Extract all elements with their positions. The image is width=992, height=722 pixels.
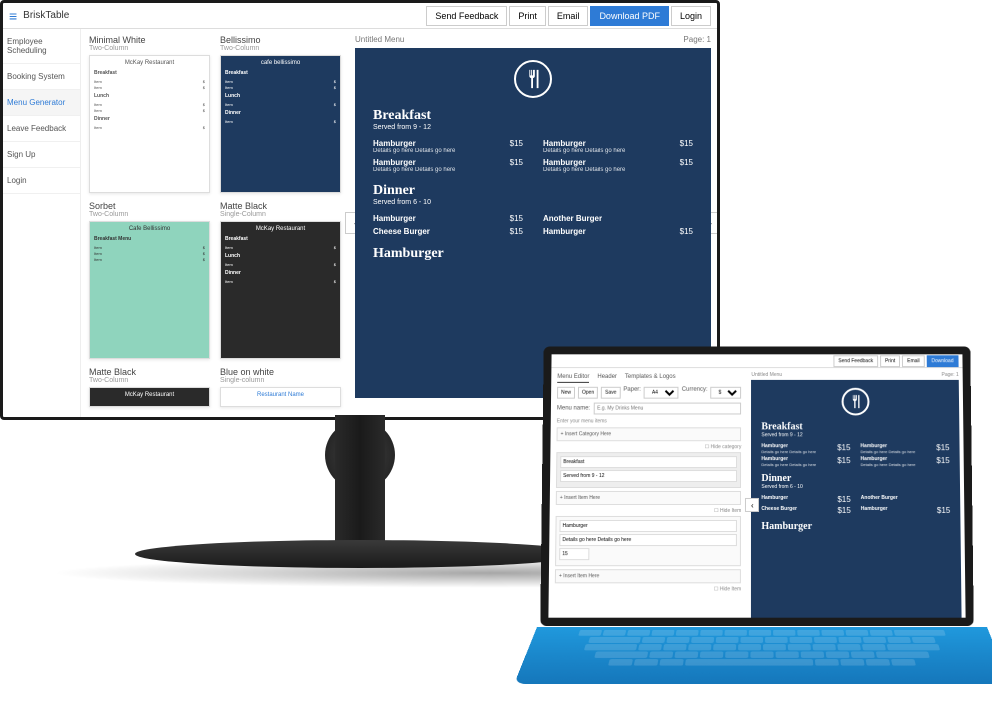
sidebar: Employee Scheduling Booking System Menu …: [3, 29, 81, 417]
menu-editor-panel: Menu Editor Header Templates & Logos New…: [548, 368, 747, 618]
login-button[interactable]: Login: [671, 6, 711, 26]
menu-item: Another Burger: [543, 214, 693, 223]
insert-category-button[interactable]: + Insert Category Here: [557, 427, 742, 441]
paper-select[interactable]: A4: [644, 387, 679, 399]
menu-item: Hamburger$15: [543, 227, 693, 236]
laptop-dinner-items: Hamburger$15 Another Burger Cheese Burger$…: [761, 495, 950, 515]
laptop-preview: Untitled Menu Page: 1 ‹ Breakfast Served…: [747, 368, 965, 618]
insert-item-button[interactable]: + Insert Item Here: [556, 491, 742, 505]
laptop-download-button[interactable]: Download: [926, 355, 958, 367]
laptop-feedback-button[interactable]: Send Feedback: [833, 355, 878, 367]
nav-menu-generator[interactable]: Menu Generator: [3, 90, 80, 116]
tab-menu-editor[interactable]: Menu Editor: [557, 372, 589, 383]
template-blue-on-white[interactable]: Blue on white Single-column Restaurant N…: [220, 367, 341, 407]
menu-item: Another Burger: [861, 495, 950, 504]
menu-item: HamburgerDetails go here Details go here…: [860, 456, 949, 467]
laptop-screen: Send Feedback Print Email Download Menu …: [540, 346, 974, 625]
email-button[interactable]: Email: [548, 6, 589, 26]
nav-login[interactable]: Login: [3, 168, 80, 194]
download-pdf-button[interactable]: Download PDF: [590, 6, 669, 26]
send-feedback-button[interactable]: Send Feedback: [426, 6, 507, 26]
menu-item: HamburgerDetails go here Details go here…: [761, 456, 850, 467]
preview-title: Untitled Menu: [355, 35, 404, 44]
menu-item: HamburgerDetails go here Details go here…: [543, 139, 693, 154]
menu-item: Cheese Burger$15: [373, 227, 523, 236]
currency-select[interactable]: $: [711, 387, 742, 399]
template-matte-black[interactable]: Matte Black Single-Column McKay Restaura…: [220, 201, 341, 359]
category-sub-input[interactable]: [560, 470, 737, 482]
menu-item: Hamburger$15: [761, 495, 850, 504]
open-button[interactable]: Open: [578, 387, 598, 399]
category-name-input[interactable]: [560, 456, 737, 468]
nav-employee-scheduling[interactable]: Employee Scheduling: [3, 29, 80, 64]
insert-item-button-2[interactable]: + Insert Item Here: [555, 569, 741, 583]
menu-name-input[interactable]: [594, 403, 741, 415]
template-gallery: Minimal White Two-Column McKay Restauran…: [81, 29, 349, 417]
template-minimal-white[interactable]: Minimal White Two-Column McKay Restauran…: [89, 35, 210, 193]
tab-header[interactable]: Header: [597, 372, 617, 383]
laptop-breakfast-items: HamburgerDetails go here Details go here…: [761, 443, 949, 467]
item-price-input[interactable]: [559, 548, 589, 560]
laptop-prev-button[interactable]: ‹: [745, 498, 759, 512]
nav-leave-feedback[interactable]: Leave Feedback: [3, 116, 80, 142]
menu-item: HamburgerDetails go here Details go here…: [373, 139, 523, 154]
laptop-keyboard: [514, 627, 992, 684]
template-sorbet[interactable]: Sorbet Two-Column Cafe Bellissimo Breakf…: [89, 201, 210, 359]
menu-item: HamburgerDetails go here Details go here…: [543, 158, 693, 173]
laptop-print-button[interactable]: Print: [880, 355, 900, 367]
menu-item: Hamburger$15: [373, 214, 523, 223]
utensils-icon: [514, 60, 552, 98]
laptop-topbar: Send Feedback Print Email Download: [551, 354, 962, 368]
laptop-email-button[interactable]: Email: [902, 355, 924, 367]
menu-item: HamburgerDetails go here Details go here…: [761, 443, 850, 454]
menu-icon[interactable]: ≡: [9, 8, 17, 24]
nav-sign-up[interactable]: Sign Up: [3, 142, 80, 168]
print-button[interactable]: Print: [509, 6, 546, 26]
template-bellissimo[interactable]: Bellissimo Two-Column cafe bellissimo Br…: [220, 35, 341, 193]
breakfast-items: HamburgerDetails go here Details go here…: [373, 139, 693, 173]
app-name: BriskTable: [23, 10, 69, 21]
template-matte-black-2[interactable]: Matte Black Two-Column McKay Restaurant: [89, 367, 210, 407]
item-detail-input[interactable]: [559, 534, 737, 546]
menu-item: HamburgerDetails go here Details go here…: [860, 443, 949, 454]
menu-item: HamburgerDetails go here Details go here…: [373, 158, 523, 173]
topbar: ≡ BriskTable Send Feedback Print Email D…: [3, 3, 717, 29]
tab-templates[interactable]: Templates & Logos: [625, 372, 676, 383]
new-button[interactable]: New: [557, 387, 575, 399]
nav-booking-system[interactable]: Booking System: [3, 64, 80, 90]
laptop: Send Feedback Print Email Download Menu …: [542, 345, 992, 720]
item-name-input[interactable]: [559, 520, 737, 532]
utensils-icon: [841, 388, 869, 416]
save-button[interactable]: Save: [601, 387, 620, 399]
menu-item: Cheese Burger$15: [761, 506, 850, 515]
menu-item: Hamburger$15: [861, 506, 951, 515]
dinner-items: Hamburger$15 Another Burger Cheese Burger$…: [373, 214, 693, 236]
